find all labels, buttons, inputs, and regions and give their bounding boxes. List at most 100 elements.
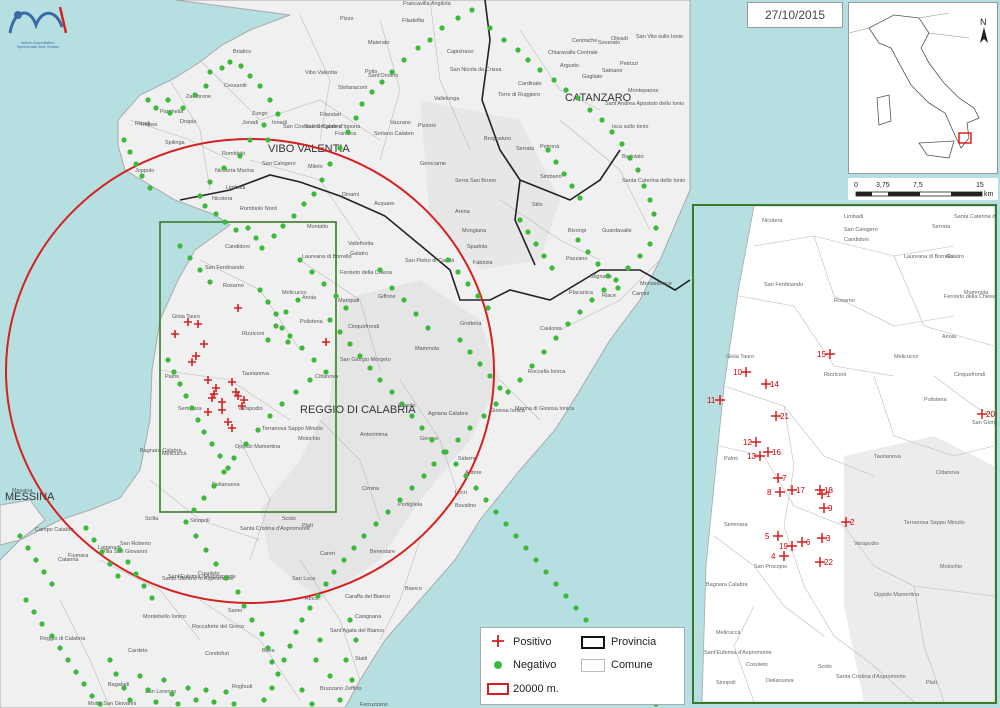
place-label: Maropati xyxy=(338,298,359,304)
negative-point xyxy=(487,25,493,31)
negative-point xyxy=(222,219,228,225)
negative-point xyxy=(389,69,395,75)
inset-point-number: 19 xyxy=(779,542,788,551)
negative-point xyxy=(139,173,145,179)
negative-point xyxy=(373,521,379,527)
place-label: Portigliola xyxy=(398,502,423,508)
place-label: Vallelonga xyxy=(434,96,460,102)
inset-point-number: 6 xyxy=(806,538,811,547)
inset-point-number: 16 xyxy=(772,448,781,457)
place-label: Jonadi xyxy=(242,120,258,126)
place-label: Ricadi xyxy=(135,121,150,127)
negative-point xyxy=(319,177,325,183)
negative-point xyxy=(241,603,247,609)
place-label: Pazzano xyxy=(566,256,587,262)
negative-point xyxy=(409,485,415,491)
negative-point xyxy=(133,571,139,577)
negative-point xyxy=(227,59,233,65)
legend-positive-label: Positivo xyxy=(513,636,552,648)
negative-point xyxy=(177,243,183,249)
place-label: Francavilla Angitola xyxy=(403,1,452,7)
negative-symbol-icon xyxy=(494,661,502,669)
negative-point xyxy=(299,617,305,623)
negative-point xyxy=(153,105,159,111)
inset-place-label: Rosarno xyxy=(834,298,855,304)
negative-point xyxy=(269,659,275,665)
place-label: Rizziconi xyxy=(242,331,264,337)
overview-map: N xyxy=(848,2,998,174)
negative-point xyxy=(583,617,589,623)
place-label: Antonimina xyxy=(360,432,388,438)
negative-point xyxy=(207,69,213,75)
scale-bar: 0 3,75 7,5 15 km xyxy=(848,178,998,200)
negative-point xyxy=(359,101,365,107)
negative-point xyxy=(113,671,119,677)
inset-place-label: Santa Cristina d'Aspromonte xyxy=(836,674,906,680)
inset-place-label: Seminara xyxy=(724,522,748,528)
negative-point xyxy=(221,469,227,475)
place-label: Mongiana xyxy=(462,228,487,234)
negative-point xyxy=(493,509,499,515)
place-label: Caraffa del Bianco xyxy=(345,594,390,600)
place-label: Drapia xyxy=(180,119,197,125)
negative-point xyxy=(575,95,581,101)
negative-point xyxy=(609,129,615,135)
inset-place-label: Rizziconi xyxy=(824,372,846,378)
place-label: Cessaniti xyxy=(224,83,247,89)
negative-point xyxy=(273,311,279,317)
place-label: Cardeto xyxy=(128,648,148,654)
negative-point xyxy=(211,483,217,489)
negative-point xyxy=(463,473,469,479)
place-label: Scilla xyxy=(145,516,159,522)
negative-point xyxy=(309,701,315,707)
place-label: Torre di Ruggiero xyxy=(498,92,540,98)
negative-point xyxy=(367,365,373,371)
inset-place-label: Melicucco xyxy=(894,354,918,360)
negative-point xyxy=(223,689,229,695)
inset-place-label: Varapodio xyxy=(854,541,879,547)
inset-place-label: Candidoni xyxy=(844,237,869,243)
negative-point xyxy=(149,595,155,601)
negative-point xyxy=(307,605,313,611)
negative-point xyxy=(202,203,208,209)
buffer-symbol-icon xyxy=(487,683,509,695)
negative-point xyxy=(287,643,293,649)
italy-outline xyxy=(868,14,980,149)
inset-point-number: 20 xyxy=(986,410,995,419)
negative-point xyxy=(467,349,473,355)
negative-point xyxy=(231,455,237,461)
negative-point xyxy=(599,117,605,123)
negative-point xyxy=(561,171,567,177)
place-label: Benestare xyxy=(370,549,395,555)
negative-point xyxy=(327,317,333,323)
negative-point xyxy=(361,533,367,539)
negative-point xyxy=(57,645,63,651)
inset-point-number: 10 xyxy=(733,368,742,377)
inset-point-number: 22 xyxy=(824,558,833,567)
place-label: Cardinale xyxy=(518,81,542,87)
negative-point xyxy=(457,337,463,343)
negative-point xyxy=(291,213,297,219)
negative-point xyxy=(257,83,263,89)
inset-place-label: Mammola xyxy=(964,290,989,296)
place-label: Condofuri xyxy=(205,651,229,657)
negative-point xyxy=(613,277,619,283)
negative-point xyxy=(147,185,153,191)
inset-map[interactable]: Nicotera Limbadi San Calogero Candidoni Serr… xyxy=(692,204,997,704)
negative-point xyxy=(389,285,395,291)
inset-place-label: Oppido Mamertina xyxy=(874,592,920,598)
negative-point xyxy=(503,521,509,527)
negative-point xyxy=(455,15,461,21)
place-label: Gioiosa Ionica xyxy=(490,408,526,414)
legend-province-label: Provincia xyxy=(611,636,657,648)
negative-point xyxy=(183,393,189,399)
place-label: Vazzano xyxy=(390,120,411,126)
negative-point xyxy=(481,413,487,419)
negative-point xyxy=(397,497,403,503)
negative-point xyxy=(349,677,355,683)
negative-point xyxy=(175,701,181,707)
inset-place-label: Scido xyxy=(818,664,832,670)
province-label-reggio: REGGIO DI CALABRIA xyxy=(300,404,416,416)
negative-point xyxy=(317,637,323,643)
negative-point xyxy=(389,389,395,395)
